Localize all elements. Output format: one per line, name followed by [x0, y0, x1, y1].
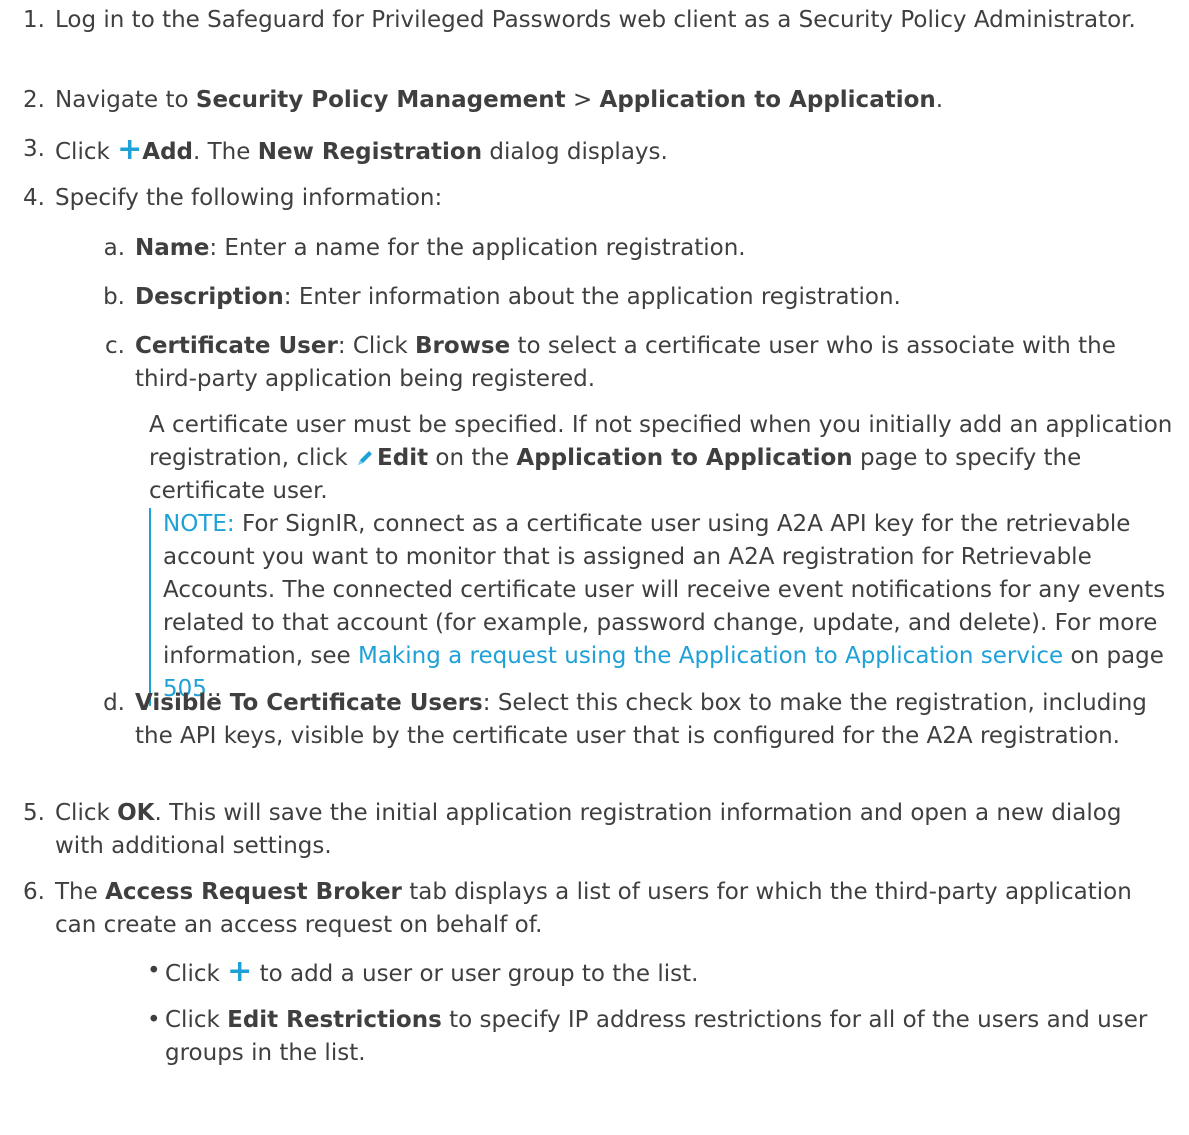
text-run: Click [165, 1007, 228, 1033]
substep-text: Description: Enter information about the… [135, 281, 1175, 314]
step-text: Log in to the Safeguard for Privileged P… [55, 7, 1136, 33]
text-run: > [565, 87, 600, 113]
substep-letter: c. [105, 333, 125, 359]
page-name-application-to-application: Application to Application [516, 445, 853, 471]
making-a-request-link[interactable]: Making a request using the Application t… [358, 643, 1063, 669]
step-number: 2. [23, 87, 45, 113]
step-text: Navigate to Security Policy Management >… [55, 84, 1175, 117]
add-button-label: Add [142, 139, 193, 165]
step-text: Specify the following information: [55, 185, 443, 211]
field-description-label: Description [135, 284, 284, 310]
text-run: Click [55, 800, 118, 826]
text-run: Click [165, 961, 228, 987]
text-run: dialog displays. [482, 139, 668, 165]
text-run: : Enter information about the applicatio… [283, 284, 901, 310]
substep-text: Visible To Certificate Users: Select thi… [135, 687, 1175, 753]
field-visible-to-certificate-users-label: Visible To Certificate Users [135, 690, 483, 716]
text-run: . This will save the initial application… [55, 800, 1122, 859]
substep-text: Certificate User: Click Browse to select… [135, 330, 1175, 396]
step-text: Click +Add. The New Registration dialog … [55, 133, 1175, 169]
bullet-dot: • [147, 1007, 161, 1033]
browse-button-label: Browse [415, 333, 511, 359]
substep-letter: a. [103, 235, 125, 261]
menu-security-policy-management: Security Policy Management [195, 87, 566, 113]
step-text: The Access Request Broker tab displays a… [55, 876, 1175, 942]
text-run: on the [428, 445, 517, 471]
text-run: . [935, 87, 944, 113]
bullet-text: Click + to add a user or user group to t… [165, 955, 1175, 991]
plus-icon: + [117, 132, 143, 167]
step-text: Click OK. This will save the initial app… [55, 797, 1175, 863]
substep-text: Name: Enter a name for the application r… [135, 232, 1175, 265]
note-label: NOTE: [163, 511, 235, 537]
step-number: 3. [23, 136, 45, 162]
field-certificate-user-label: Certificate User [135, 333, 338, 359]
step-number: 5. [23, 800, 45, 826]
substep-letter: b. [103, 284, 125, 310]
bullet-text: Click Edit Restrictions to specify IP ad… [165, 1004, 1175, 1070]
text-run: on page [1063, 643, 1164, 669]
text-run: The [55, 879, 106, 905]
document: 1. Log in to the Safeguard for Privilege… [0, 0, 1189, 1135]
menu-application-to-application: Application to Application [599, 87, 936, 113]
text-run: Click [55, 139, 118, 165]
text-run: . The [193, 139, 258, 165]
dialog-name: New Registration [257, 139, 483, 165]
pencil-icon [358, 451, 373, 465]
edit-restrictions-label: Edit Restrictions [227, 1007, 442, 1033]
substep-letter: d. [103, 690, 125, 716]
tab-access-request-broker: Access Request Broker [105, 879, 402, 905]
step-number: 6. [23, 879, 45, 905]
certificate-user-paragraph: A certificate user must be specified. If… [149, 409, 1175, 508]
plus-icon: + [227, 954, 253, 989]
text-run: : Enter a name for the application regis… [209, 235, 746, 261]
note-block: NOTE: For SignIR, connect as a certifica… [149, 508, 1175, 706]
text-run: Navigate to [55, 87, 196, 113]
step-number: 4. [23, 185, 45, 211]
step-number: 1. [23, 7, 45, 33]
text-run: : Click [337, 333, 415, 359]
field-name-label: Name [135, 235, 210, 261]
text-run: to add a user or user group to the list. [252, 961, 699, 987]
edit-button-label: Edit [377, 445, 429, 471]
ok-button-label: OK [117, 800, 155, 826]
bullet-dot: • [147, 958, 161, 984]
